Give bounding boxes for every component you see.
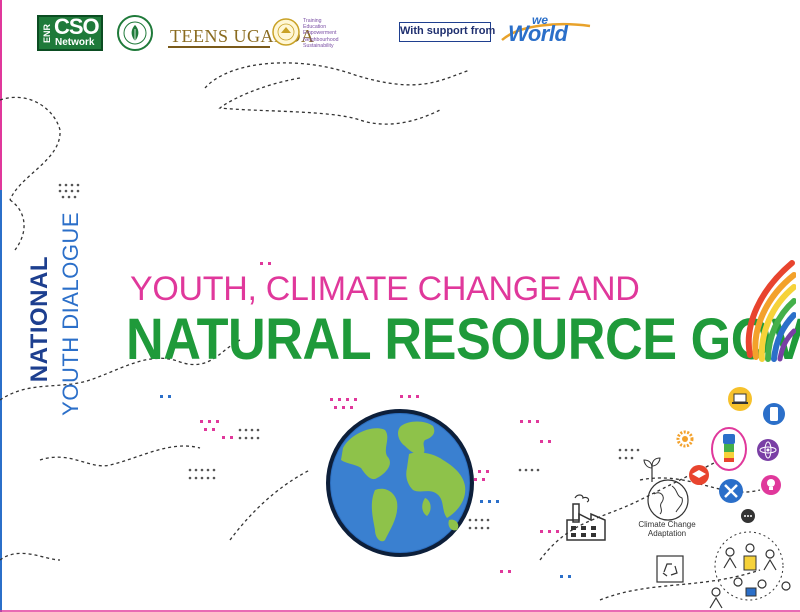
graduation-cap-icon xyxy=(689,465,709,485)
side-title-line1: NATIONAL xyxy=(26,256,53,383)
tools-icon xyxy=(719,479,743,503)
headline-line2: NATURAL RESOURCE GOVERNANCE xyxy=(126,307,800,372)
globe-icon xyxy=(326,409,474,557)
banner: ENR CSO Network TEENS UGANDA Training Ed… xyxy=(0,0,800,612)
teens-tag: Sustainability xyxy=(303,42,334,49)
teens-tag: Neighbourhood xyxy=(303,36,339,43)
lightbulb-icon xyxy=(761,475,781,495)
environment-seal-logo xyxy=(117,15,153,51)
enr-cso-logo-side: ENR xyxy=(42,23,52,43)
side-title-national: NATIONAL xyxy=(26,256,60,382)
community-people-icon xyxy=(709,531,791,609)
phone-icon xyxy=(763,403,785,425)
atom-icon xyxy=(757,439,779,461)
side-title-youth-dialogue: YOUTH DIALOGUE xyxy=(58,212,92,416)
climate-change-adaptation-caption: Climate Change Adaptation xyxy=(638,520,696,538)
enr-cso-logo: ENR CSO Network xyxy=(37,15,103,51)
gear-icon xyxy=(676,430,694,448)
support-label: With support from xyxy=(399,22,495,42)
enr-cso-logo-main: CSO xyxy=(54,14,100,39)
factory-icon xyxy=(566,494,606,541)
globe-outline-icon xyxy=(647,479,689,521)
headline-line1: YOUTH, CLIMATE CHANGE AND xyxy=(130,270,640,308)
weworld-logo-big: World xyxy=(508,21,568,46)
teens-uganda-tags: Training Education Empowerment Neighbour… xyxy=(303,18,343,49)
teens-uganda-underline xyxy=(168,46,270,48)
teens-uganda-seal xyxy=(272,18,300,46)
weworld-logo: we World xyxy=(500,14,592,46)
side-title-line2: YOUTH DIALOGUE xyxy=(58,212,83,416)
fist-icon xyxy=(711,427,747,471)
rainbow-hands-icon xyxy=(745,260,796,362)
laptop-icon xyxy=(728,387,752,411)
enr-cso-logo-sub: Network xyxy=(55,37,95,48)
recycle-bin-icon xyxy=(656,555,684,583)
